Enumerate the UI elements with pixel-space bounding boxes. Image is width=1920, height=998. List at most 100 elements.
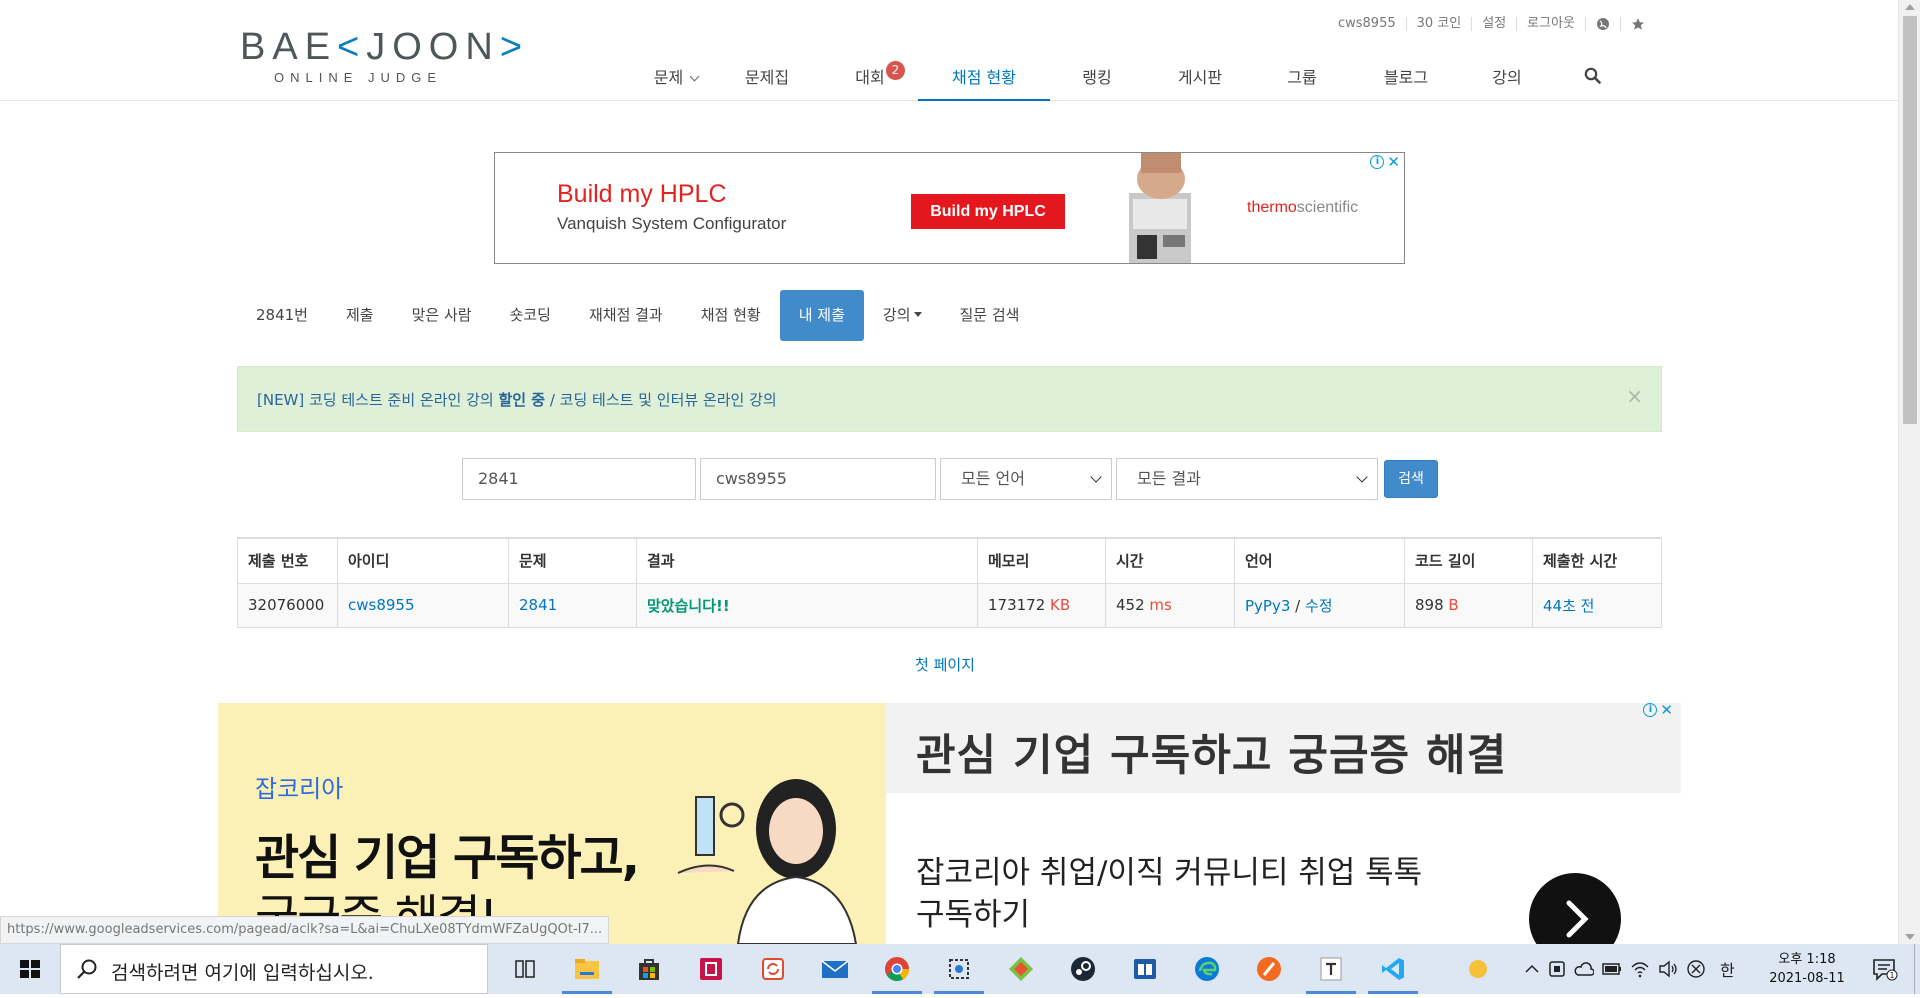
tab-my-submissions[interactable]: 내 제출 (779, 290, 864, 341)
table-row: 32076000 cws8955 2841 맞았습니다!! 173172 KB … (237, 582, 1662, 628)
tab-short-coding[interactable]: 숏코딩 (491, 290, 570, 341)
close-icon[interactable]: × (1626, 386, 1643, 406)
logout-link[interactable]: 로그아웃 (1516, 17, 1585, 31)
steam-icon[interactable] (1052, 944, 1114, 994)
battery-icon[interactable] (1602, 962, 1622, 976)
app-red-icon[interactable] (680, 944, 742, 994)
nav-label: 블로그 (1383, 68, 1429, 87)
star-icon[interactable] (1620, 17, 1655, 31)
result-select[interactable]: 모든 결과 (1116, 458, 1378, 500)
edit-link[interactable]: 수정 (1305, 597, 1333, 615)
tray-app-icon[interactable] (1548, 960, 1566, 978)
ad-close-icon[interactable]: ✕ (1387, 155, 1400, 170)
vscode-icon[interactable] (1362, 944, 1424, 994)
notice-link[interactable]: [NEW] 코딩 테스트 준비 온라인 강의 할인 중 / 코딩 테스트 및 인… (257, 389, 777, 410)
drawing-app-icon[interactable] (1238, 944, 1300, 994)
user-id-input[interactable]: cws8955 (700, 458, 936, 500)
ime-indicator[interactable]: 한 (1714, 957, 1741, 981)
cell-code-length: 898 B (1404, 582, 1533, 628)
tab-submit[interactable]: 제출 (327, 290, 393, 341)
scrollbar-thumb[interactable] (1903, 16, 1917, 424)
nav-label: 문제집 (744, 68, 790, 87)
problem-link[interactable]: 2841 (519, 596, 557, 614)
reader-app-icon[interactable] (1114, 944, 1176, 994)
nav-group[interactable]: 그룹 (1256, 58, 1348, 101)
notif-count: 1 (1889, 971, 1894, 980)
col-code-length: 코드 길이 (1404, 537, 1533, 584)
typora-icon[interactable] (1300, 944, 1362, 994)
tab-rejudge[interactable]: 재채점 결과 (570, 290, 682, 341)
memory-value: 173172 (988, 596, 1046, 614)
username-link[interactable]: cws8955 (1328, 17, 1406, 31)
mute-status-icon[interactable] (1686, 959, 1706, 979)
nav-board[interactable]: 게시판 (1144, 58, 1256, 101)
col-submitted-time: 제출한 시간 (1532, 537, 1662, 584)
coin-link[interactable]: 30 코인 (1405, 17, 1472, 31)
table-header-row: 제출 번호 아이디 문제 결과 메모리 시간 언어 코드 길이 제출한 시간 (237, 537, 1662, 584)
weather-icon[interactable] (1468, 959, 1488, 979)
edge-icon[interactable] (1176, 944, 1238, 994)
git-app-icon[interactable] (990, 944, 1052, 994)
ad-cta-button[interactable]: Build my HPLC (911, 194, 1065, 229)
nav-workbook[interactable]: 문제집 (712, 58, 822, 101)
ad-go-button[interactable] (1529, 873, 1621, 944)
taskbar-clock[interactable]: 오후 1:18 2021-08-11 (1762, 950, 1852, 988)
file-explorer-icon[interactable] (556, 944, 618, 994)
task-view-icon[interactable] (494, 944, 556, 994)
wifi-icon[interactable] (1630, 960, 1650, 978)
nav-blog[interactable]: 블로그 (1348, 58, 1464, 101)
ad-subtitle: Vanquish System Configurator (557, 214, 787, 233)
snipping-tool-icon[interactable] (928, 944, 990, 994)
chrome-icon[interactable] (866, 944, 928, 994)
sync-app-icon[interactable] (742, 944, 804, 994)
language-link[interactable]: PyPy3 (1245, 597, 1290, 615)
chevron-up-icon[interactable] (1524, 961, 1540, 977)
problem-tabs: 2841번 제출 맞은 사람 숏코딩 재채점 결과 채점 현황 내 제출 강의 … (237, 290, 1038, 341)
search-button[interactable]: 검색 (1384, 460, 1438, 498)
tab-question-search[interactable]: 질문 검색 (941, 290, 1039, 341)
taskbar-apps (494, 944, 1424, 994)
first-page-link[interactable]: 첫 페이지 (915, 656, 975, 674)
start-button[interactable] (0, 944, 60, 994)
scroll-up-icon[interactable] (1905, 4, 1915, 10)
nav-label: 문제 (653, 68, 684, 87)
page-scrollbar[interactable] (1898, 0, 1920, 944)
language-select[interactable]: 모든 언어 (940, 458, 1112, 500)
user-link[interactable]: cws8955 (348, 596, 415, 614)
scroll-down-icon[interactable] (1905, 934, 1915, 940)
settings-link[interactable]: 설정 (1471, 17, 1516, 31)
tab-problem[interactable]: 2841번 (237, 290, 327, 341)
bottom-advertisement[interactable]: 잡코리아 관심 기업 구독하고, 궁금증 해결! 관심 기업 구독하고 궁금증 … (218, 703, 1681, 944)
nav-ranking[interactable]: 랭킹 (1050, 58, 1144, 101)
onedrive-icon[interactable] (1574, 961, 1594, 977)
mail-icon[interactable] (804, 944, 866, 994)
top-advertisement[interactable]: Build my HPLC Vanquish System Configurat… (494, 152, 1405, 264)
volume-icon[interactable] (1658, 960, 1678, 978)
ad-person-illustration (677, 779, 858, 944)
nav-contest[interactable]: 대회 2 (822, 58, 918, 101)
tab-accepted-users[interactable]: 맞은 사람 (393, 290, 491, 341)
tab-status[interactable]: 채점 현황 (682, 290, 780, 341)
nav-lecture[interactable]: 강의 (1464, 58, 1550, 101)
ad-close-icon[interactable]: ✕ (1660, 703, 1673, 718)
show-desktop-button[interactable] (1914, 944, 1920, 994)
nav-problems[interactable]: 문제 (640, 58, 712, 101)
taskbar-search-box[interactable]: 검색하려면 여기에 입력하십시오. (60, 944, 488, 994)
store-icon[interactable] (618, 944, 680, 994)
problem-id-input[interactable]: 2841 (462, 458, 696, 500)
search-icon[interactable] (1550, 58, 1634, 101)
ad-controls: i ✕ (1643, 703, 1673, 718)
ad-info-icon[interactable]: i (1370, 155, 1385, 169)
site-logo[interactable]: BAE<JOON> ONLINE JUDGE (240, 28, 550, 85)
nav-label: 게시판 (1177, 68, 1223, 87)
ad-brand-name: 잡코리아 (255, 775, 344, 803)
globe-icon[interactable] (1585, 17, 1620, 31)
time-value: 452 (1116, 596, 1145, 614)
nav-status[interactable]: 채점 현황 (918, 58, 1050, 101)
notification-center-icon[interactable]: 1 (1872, 958, 1898, 986)
tab-label: 강의 (882, 306, 911, 324)
chevron-down-icon (1090, 471, 1102, 483)
tab-lecture[interactable]: 강의 (864, 290, 941, 341)
ad-info-icon[interactable]: i (1643, 703, 1658, 717)
submitted-time-link[interactable]: 44초 전 (1543, 597, 1594, 615)
